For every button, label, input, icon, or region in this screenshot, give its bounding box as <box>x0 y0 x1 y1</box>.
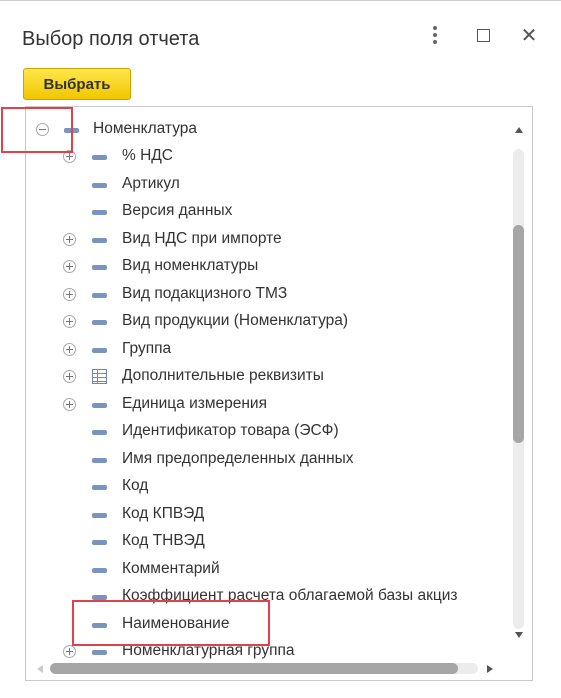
maximize-icon[interactable] <box>470 22 496 48</box>
tree-row-label: Дополнительные реквизиты <box>122 367 324 384</box>
tree-row[interactable]: Вид НДС при импорте <box>26 226 506 253</box>
field-icon <box>92 238 107 243</box>
tree-row[interactable]: Вид продукции (Номенклатура) <box>26 308 506 335</box>
field-icon <box>92 595 107 600</box>
tree-row[interactable]: Идентификатор товара (ЭСФ) <box>26 418 506 445</box>
field-icon <box>92 430 107 435</box>
tree-row-label: Вид продукции (Номенклатура) <box>122 312 349 329</box>
field-tree[interactable]: Номенклатура % НДС Артикул Версия данных Вид… <box>25 106 533 681</box>
tree-row-label: Артикул <box>122 175 180 192</box>
tree-row-label: Код <box>122 477 149 494</box>
select-button[interactable]: Выбрать <box>23 68 131 100</box>
field-icon <box>64 128 79 133</box>
field-icon <box>92 348 107 353</box>
tree-row[interactable]: Код <box>26 473 506 500</box>
tree-row-label: Вид подакцизного ТМЗ <box>122 285 288 302</box>
tree-row[interactable]: Вид номенклатуры <box>26 253 506 280</box>
table-icon <box>92 369 107 384</box>
tree-row-label: Вид НДС при импорте <box>122 230 282 247</box>
field-icon <box>92 623 107 628</box>
expand-icon[interactable] <box>63 260 76 273</box>
tree-row-label: Код ТНВЭД <box>122 532 205 549</box>
tree-row-label: Идентификатор товара (ЭСФ) <box>122 422 339 439</box>
tree-row[interactable]: % НДС <box>26 143 506 170</box>
expand-icon[interactable] <box>63 343 76 356</box>
tree-row[interactable]: Дополнительные реквизиты <box>26 363 506 390</box>
tree-row[interactable]: Имя предопределенных данных <box>26 446 506 473</box>
tree-row[interactable]: Группа <box>26 336 506 363</box>
horizontal-scrollbar[interactable] <box>26 656 506 680</box>
expand-icon[interactable] <box>63 370 76 383</box>
scroll-down-icon[interactable] <box>515 632 523 638</box>
field-icon <box>92 650 107 655</box>
tree-row-label: Наименование <box>122 615 230 632</box>
field-icon <box>92 403 107 408</box>
field-icon <box>92 210 107 215</box>
collapse-icon[interactable] <box>36 123 49 136</box>
scroll-up-icon[interactable] <box>515 127 523 133</box>
tree-row-label: Группа <box>122 340 172 357</box>
tree-row-label: Имя предопределенных данных <box>122 450 354 467</box>
field-icon <box>92 320 107 325</box>
tree-row[interactable]: Код ТНВЭД <box>26 528 506 555</box>
expand-icon[interactable] <box>63 233 76 246</box>
tree-row[interactable]: Код КПВЭД <box>26 501 506 528</box>
top-divider <box>0 0 561 1</box>
tree-row[interactable]: Комментарий <box>26 556 506 583</box>
scroll-right-icon[interactable] <box>487 665 493 673</box>
close-icon[interactable]: ✕ <box>516 22 542 48</box>
field-icon <box>92 293 107 298</box>
expand-icon[interactable] <box>63 288 76 301</box>
horizontal-scroll-thumb[interactable] <box>50 663 458 674</box>
tree-row-label: Вид номенклатуры <box>122 257 259 274</box>
field-icon <box>92 513 107 518</box>
window-title: Выбор поля отчета <box>22 28 200 50</box>
more-vertical-icon[interactable] <box>422 22 448 48</box>
tree-row[interactable]: Единица измерения <box>26 391 506 418</box>
tree-row[interactable]: Наименование <box>26 611 506 638</box>
tree-row-label: Коэффициент расчета облагаемой базы акци… <box>122 587 458 604</box>
vertical-scroll-thumb[interactable] <box>513 225 524 443</box>
tree-root-row[interactable]: Номенклатура <box>26 116 506 143</box>
expand-icon[interactable] <box>63 398 76 411</box>
expand-icon[interactable] <box>63 150 76 163</box>
tree-row[interactable]: Версия данных <box>26 198 506 225</box>
tree-row-label: Версия данных <box>122 202 233 219</box>
tree-row-label: Код КПВЭД <box>122 505 205 522</box>
tree-row-label: Единица измерения <box>122 395 267 412</box>
tree-row-label: Комментарий <box>122 560 220 577</box>
tree-row-label: % НДС <box>122 147 173 164</box>
tree-row[interactable]: Вид подакцизного ТМЗ <box>26 281 506 308</box>
field-icon <box>92 155 107 160</box>
field-icon <box>92 568 107 573</box>
scroll-left-icon[interactable] <box>37 665 43 673</box>
field-icon <box>92 458 107 463</box>
field-icon <box>92 183 107 188</box>
expand-icon[interactable] <box>63 315 76 328</box>
tree-row[interactable]: Артикул <box>26 171 506 198</box>
tree-row[interactable]: Коэффициент расчета облагаемой базы акци… <box>26 583 506 610</box>
tree-row-label: Номенклатура <box>93 120 198 137</box>
field-icon <box>92 540 107 545</box>
vertical-scrollbar[interactable] <box>506 107 532 662</box>
field-icon <box>92 485 107 490</box>
field-icon <box>92 265 107 270</box>
